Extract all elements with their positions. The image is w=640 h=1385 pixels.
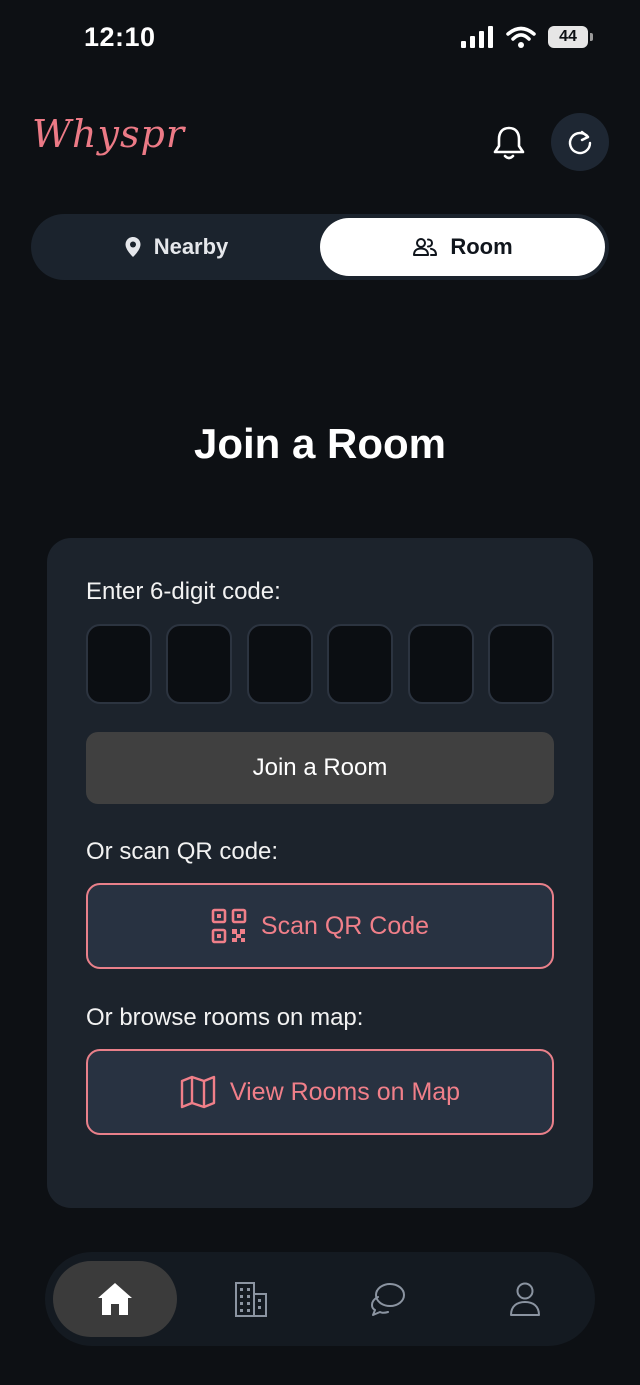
nav-rooms[interactable] xyxy=(189,1261,313,1337)
view-map-label: View Rooms on Map xyxy=(229,1077,461,1106)
building-icon xyxy=(235,1282,267,1317)
mode-toggle: Nearby Room xyxy=(31,214,609,280)
location-pin-icon xyxy=(125,237,141,257)
join-room-card: Enter 6-digit code: Join a Room Or scan … xyxy=(47,538,593,1208)
status-time: 12:10 xyxy=(84,22,156,52)
bell-icon xyxy=(493,126,525,160)
tab-nearby-label: Nearby xyxy=(153,234,229,259)
code-digit-input[interactable] xyxy=(246,624,313,704)
tab-nearby[interactable]: Nearby xyxy=(35,218,317,276)
qr-label: Or scan QR code: xyxy=(86,838,279,865)
users-icon xyxy=(413,238,438,256)
scan-qr-button[interactable]: Scan QR Code xyxy=(86,883,554,969)
bottom-nav xyxy=(45,1252,595,1346)
app-logo: Whyspr xyxy=(32,112,185,156)
refresh-icon xyxy=(568,130,592,155)
home-icon xyxy=(98,1283,132,1315)
map-label: Or browse rooms on map: xyxy=(86,1004,364,1031)
join-room-button[interactable]: Join a Room xyxy=(86,732,554,804)
code-input-group xyxy=(86,624,554,706)
nav-chats[interactable] xyxy=(326,1261,450,1337)
page-title: Join a Room xyxy=(193,420,447,467)
code-label: Enter 6-digit code: xyxy=(86,578,281,605)
signal-icon xyxy=(461,26,493,48)
code-digit-input[interactable] xyxy=(166,624,233,704)
scan-qr-label: Scan QR Code xyxy=(260,911,430,940)
code-digit-input[interactable] xyxy=(407,624,474,704)
nav-profile[interactable] xyxy=(463,1261,587,1337)
chat-icon xyxy=(371,1283,405,1316)
notifications-button[interactable] xyxy=(486,120,532,166)
map-icon xyxy=(180,1075,216,1109)
status-bar: 12:10 44 xyxy=(0,0,640,80)
tab-room-label: Room xyxy=(450,234,513,259)
nav-home[interactable] xyxy=(53,1261,177,1337)
app-screen: 12:10 44 Whyspr Nearby Room Join a Room … xyxy=(0,0,640,1385)
code-digit-input[interactable] xyxy=(487,624,554,704)
view-map-button[interactable]: View Rooms on Map xyxy=(86,1049,554,1135)
code-digit-input[interactable] xyxy=(327,624,394,704)
qr-code-icon xyxy=(211,908,247,944)
status-icons: 44 xyxy=(460,26,593,48)
refresh-button[interactable] xyxy=(551,113,609,171)
profile-icon xyxy=(510,1282,540,1316)
wifi-icon xyxy=(506,26,536,48)
battery-indicator: 44 xyxy=(548,26,593,48)
code-digit-input[interactable] xyxy=(86,624,152,704)
battery-level: 44 xyxy=(559,28,577,45)
tab-room[interactable]: Room xyxy=(320,218,605,276)
